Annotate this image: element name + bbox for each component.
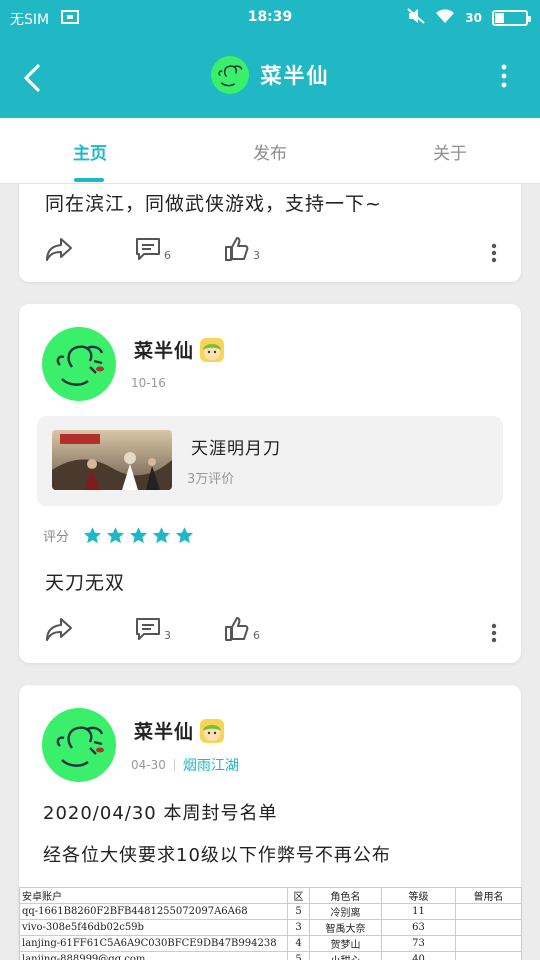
star-icon xyxy=(129,527,148,544)
post-more-icon[interactable] xyxy=(491,242,497,264)
tab-bar: 主页 发布 关于 xyxy=(0,118,540,184)
title-avatar xyxy=(210,56,249,94)
tab-publish[interactable]: 发布 xyxy=(210,139,330,164)
tab-home[interactable]: 主页 xyxy=(30,139,150,164)
table-header-row: 安卓账户 区 角色名 等级 曾用名 xyxy=(19,887,522,904)
battery-percent: 30 xyxy=(465,11,482,25)
table-cell: 73 xyxy=(381,935,456,952)
post-card[interactable]: 菜半仙 04-30 烟雨江湖 2020/04/30 本周封号名单 经各位大侠要求… xyxy=(19,685,522,960)
column-header: 安卓账户 xyxy=(19,887,288,904)
comment-icon xyxy=(136,618,160,640)
post-meta: 04-30 烟雨江湖 xyxy=(131,755,239,775)
table-cell xyxy=(455,935,522,952)
table-cell: lanjing-61FF61C5A6A9C030BFCE9DB47B994238 xyxy=(19,935,288,952)
table-cell: qq-1661B8260F2BFB4481255072097A6A68 xyxy=(19,903,288,920)
mute-icon xyxy=(407,8,425,28)
page-title: 菜半仙 xyxy=(260,64,330,88)
star-icon xyxy=(83,527,102,544)
column-header: 曾用名 xyxy=(455,887,522,904)
table-cell xyxy=(455,903,522,920)
game-name: 天涯明月刀 xyxy=(191,439,281,459)
table-cell: 11 xyxy=(381,903,456,920)
table-cell: 冷别离 xyxy=(309,903,382,920)
rating-row: 评分 xyxy=(43,526,194,545)
star-icon xyxy=(175,527,194,544)
table-cell: 40 xyxy=(381,951,456,960)
status-bar: 无SIM 18:39 30 xyxy=(0,0,540,36)
tab-about[interactable]: 关于 xyxy=(390,139,510,164)
active-tab-indicator xyxy=(74,178,104,182)
group-link[interactable]: 烟雨江湖 xyxy=(183,755,239,775)
like-count: 3 xyxy=(253,249,260,262)
table-cell: 3 xyxy=(287,919,310,936)
table-cell xyxy=(455,919,522,936)
share-button[interactable] xyxy=(45,616,73,642)
post-feed[interactable]: 同在滨江，同做武侠游戏，支持一下~ 6 3 菜半仙 10-16 天涯明月刀 3万… xyxy=(0,184,540,960)
author-name-text: 菜半仙 xyxy=(134,721,195,743)
more-options-button[interactable] xyxy=(496,62,512,92)
battery-icon xyxy=(492,10,531,26)
column-header: 角色名 xyxy=(309,887,382,904)
column-header: 等级 xyxy=(381,887,456,904)
thumbs-up-icon xyxy=(225,617,249,641)
battery-level xyxy=(495,13,504,23)
like-button[interactable]: 6 xyxy=(224,616,260,642)
ban-list-image[interactable]: 安卓账户 区 角色名 等级 曾用名 qq-1661B8260F2BFB44812… xyxy=(19,887,522,960)
post-card[interactable]: 菜半仙 10-16 天涯明月刀 3万评价 评分 天刀无双 3 6 xyxy=(19,304,521,663)
table-row: lanjing-61FF61C5A6A9C030BFCE9DB47B994238… xyxy=(19,935,522,952)
table-cell: vivo-308e5f46db02c59b xyxy=(19,919,288,936)
meta-divider xyxy=(173,759,175,771)
post-more-icon[interactable] xyxy=(491,622,497,644)
post-date: 10-16 xyxy=(131,376,166,390)
thumbs-up-icon xyxy=(225,237,249,261)
avatar[interactable] xyxy=(42,708,116,782)
user-badge-icon xyxy=(200,337,225,362)
user-badge-icon xyxy=(200,718,225,743)
game-review-count: 3万评价 xyxy=(187,472,235,487)
post-text: 同在滨江，同做武侠游戏，支持一下~ xyxy=(45,193,382,215)
post-text-line: 2020/04/30 本周封号名单 xyxy=(43,803,278,824)
table-cell: 贺梦山 xyxy=(309,935,382,952)
avatar[interactable] xyxy=(42,327,116,401)
table-row: vivo-308e5f46db02c59b 3 智禹大奈 63 xyxy=(19,919,522,936)
wifi-icon xyxy=(435,8,455,28)
rating-stars xyxy=(83,526,194,545)
comment-button[interactable]: 3 xyxy=(135,616,171,642)
table-cell: lanjing-888999@qq.com xyxy=(19,951,288,960)
like-count: 6 xyxy=(253,629,260,642)
star-icon xyxy=(106,527,125,544)
column-header: 区 xyxy=(287,887,310,904)
app-bar: 菜半仙 xyxy=(0,36,540,118)
rating-label: 评分 xyxy=(43,530,70,545)
table-cell: 小甜心 xyxy=(309,951,382,960)
like-button[interactable]: 3 xyxy=(224,236,260,262)
table-cell: 5 xyxy=(287,951,310,960)
table-cell: 智禹大奈 xyxy=(309,919,382,936)
author-name[interactable]: 菜半仙 xyxy=(134,717,225,744)
post-date: 04-30 xyxy=(131,758,166,772)
table-row: lanjing-888999@qq.com 5 小甜心 40 xyxy=(19,951,522,960)
game-cover-image xyxy=(52,430,172,490)
comment-button[interactable]: 6 xyxy=(135,236,171,262)
comment-count: 6 xyxy=(164,249,171,262)
comment-count: 3 xyxy=(164,629,171,642)
table-cell xyxy=(455,951,522,960)
post-card[interactable]: 同在滨江，同做武侠游戏，支持一下~ 6 3 xyxy=(19,184,521,282)
post-text: 天刀无双 xyxy=(45,572,126,594)
share-icon xyxy=(46,238,72,261)
game-card[interactable]: 天涯明月刀 3万评价 xyxy=(37,416,503,506)
share-button[interactable] xyxy=(45,236,73,262)
table-cell: 5 xyxy=(287,903,310,920)
share-icon xyxy=(46,618,72,641)
post-text-line: 经各位大侠要求10级以下作弊号不再公布 xyxy=(43,845,391,866)
comment-icon xyxy=(136,238,160,260)
author-name[interactable]: 菜半仙 xyxy=(134,336,225,363)
post-meta: 10-16 xyxy=(131,376,166,390)
star-icon xyxy=(152,527,171,544)
author-name-text: 菜半仙 xyxy=(134,340,195,362)
more-vertical-icon xyxy=(501,64,507,88)
table-cell: 63 xyxy=(381,919,456,936)
table-cell: 4 xyxy=(287,935,310,952)
table-row: qq-1661B8260F2BFB4481255072097A6A68 5 冷别… xyxy=(19,903,522,920)
